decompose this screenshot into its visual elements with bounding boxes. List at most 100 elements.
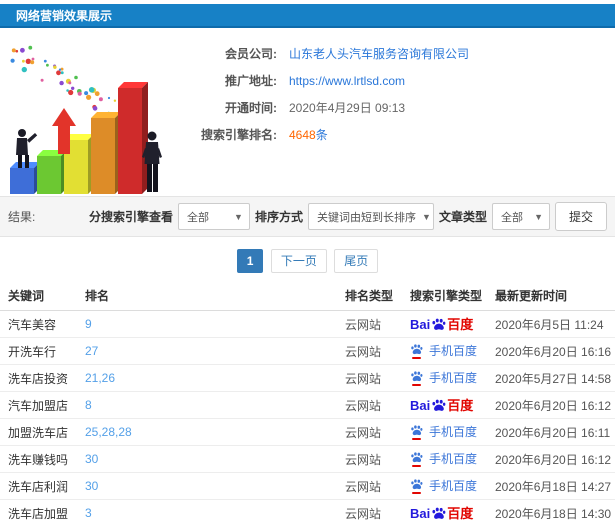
paw-icon [411, 425, 423, 436]
table-row: 洗车店投资 21,26 云网站 手机百度 2020年5月27日 14:58 [0, 364, 615, 392]
engine-cell: 手机百度 [402, 337, 487, 365]
engine-cell: Bai 百度 [402, 310, 487, 338]
engine-filter-label: 分搜索引擎查看 [88, 210, 173, 224]
time-cell: 2020年5月27日 14:58 [487, 364, 615, 392]
promo-url-link[interactable]: https://www.lrtlsd.com [289, 73, 405, 90]
engine-rank-row: 搜索引擎排名: 4648条 [185, 127, 615, 144]
info-section: 会员公司: 山东老人头汽车服务咨询有限公司 推广地址: https://www.… [0, 28, 615, 196]
engine-cell: 手机百度 [402, 445, 487, 473]
time-cell: 2020年6月5日 11:24 [487, 310, 615, 338]
result-label: 结果: [8, 210, 36, 224]
member-info-panel: 会员公司: 山东老人头汽车服务咨询有限公司 推广地址: https://www.… [185, 34, 615, 196]
column-header: 关键词 [0, 282, 77, 311]
open-time-value: 2020年4月29日 09:13 [289, 101, 406, 115]
column-header: 排名类型 [337, 282, 402, 311]
promo-url-row: 推广地址: https://www.lrtlsd.com [185, 73, 615, 90]
time-cell: 2020年6月20日 16:11 [487, 418, 615, 446]
rank-type-cell: 云网站 [337, 391, 402, 419]
keyword-cell: 加盟洗车店 [0, 418, 77, 446]
rank-type-cell: 云网站 [337, 472, 402, 500]
paw-icon [411, 452, 423, 463]
rank-cell[interactable]: 9 [77, 310, 337, 338]
column-header: 排名 [77, 282, 337, 311]
hero-image [0, 34, 185, 196]
rank-cell[interactable]: 25,28,28 [77, 418, 337, 446]
company-row: 会员公司: 山东老人头汽车服务咨询有限公司 [185, 46, 615, 63]
mobile-baidu-logo: 手机百度 [410, 343, 477, 359]
column-header: 搜索引擎类型 [402, 282, 487, 311]
mobile-baidu-logo: 手机百度 [410, 370, 477, 386]
company-link[interactable]: 山东老人头汽车服务咨询有限公司 [289, 46, 469, 63]
rank-cell[interactable]: 8 [77, 391, 337, 419]
table-row: 汽车美容 9 云网站 Bai 百度 2020年6月5日 11:24 [0, 310, 615, 338]
table-row: 洗车店利润 30 云网站 手机百度 2020年6月18日 14:27 [0, 472, 615, 500]
mobile-baidu-logo: 手机百度 [410, 424, 477, 440]
rank-cell[interactable]: 30 [77, 445, 337, 473]
pagination: 1 下一页 尾页 [0, 249, 615, 273]
rank-cell[interactable]: 30 [77, 472, 337, 500]
time-cell: 2020年6月20日 16:16 [487, 337, 615, 365]
engine-cell: Bai 百度 [402, 391, 487, 419]
baidu-logo: Bai 百度 [410, 505, 474, 520]
promo-url-label: 推广地址: [225, 74, 277, 88]
sort-label: 排序方式 [254, 210, 303, 224]
keyword-cell: 开洗车行 [0, 337, 77, 365]
mobile-baidu-logo: 手机百度 [410, 451, 477, 467]
marketing-chart-graphic [10, 45, 162, 194]
time-cell: 2020年6月20日 16:12 [487, 391, 615, 419]
column-header: 最新更新时间 [487, 282, 615, 311]
filter-bar: 结果: 分搜索引擎查看 全部 ▼ 排序方式 关键词由短到长排序 ▼ 文章类型 全… [0, 196, 615, 237]
open-time-row: 开通时间: 2020年4月29日 09:13 [185, 100, 615, 117]
keyword-cell: 洗车店加盟 [0, 499, 77, 520]
paw-icon [411, 344, 423, 355]
chevron-down-icon: ▼ [421, 211, 431, 222]
engine-rank-value: 4648条 [289, 128, 328, 142]
baidu-logo: Bai 百度 [410, 316, 474, 332]
filter-controls: 分搜索引擎查看 全部 ▼ 排序方式 关键词由短到长排序 ▼ 文章类型 全部 ▼ … [89, 202, 607, 231]
engine-rank-label: 搜索引擎排名: [201, 128, 277, 142]
baidu-logo: Bai 百度 [410, 397, 474, 413]
submit-button[interactable]: 提交 [554, 202, 607, 231]
table-row: 加盟洗车店 25,28,28 云网站 手机百度 2020年6月20日 16:11 [0, 418, 615, 446]
engine-filter-select[interactable]: 全部 ▼ [177, 203, 250, 230]
results-table-body: 汽车美容 9 云网站 Bai 百度 2020年6月5日 11:24 开洗车行 27 云网站 手机百… [0, 310, 615, 520]
engine-cell: 手机百度 [402, 364, 487, 392]
company-label: 会员公司: [225, 47, 277, 61]
page-title-bar: 网络营销效果展示 [0, 4, 615, 28]
rank-type-cell: 云网站 [337, 337, 402, 365]
paw-icon [432, 318, 446, 330]
sort-select[interactable]: 关键词由短到长排序 ▼ [307, 203, 434, 230]
keyword-cell: 洗车店投资 [0, 364, 77, 392]
rank-type-cell: 云网站 [337, 310, 402, 338]
table-row: 汽车加盟店 8 云网站 Bai 百度 2020年6月20日 16:12 [0, 391, 615, 419]
table-row: 洗车赚钱吗 30 云网站 手机百度 2020年6月20日 16:12 [0, 445, 615, 473]
table-row: 开洗车行 27 云网站 手机百度 2020年6月20日 16:16 [0, 337, 615, 365]
confetti-dots [10, 45, 122, 119]
table-header-row: 关键词 排名 排名类型 搜索引擎类型 最新更新时间 [0, 282, 615, 311]
page-button-current[interactable]: 1 [236, 249, 264, 273]
results-table: 关键词 排名 排名类型 搜索引擎类型 最新更新时间 汽车美容 9 云网站 Bai 百度 2020年… [0, 282, 615, 520]
table-row: 洗车店加盟 3 云网站 Bai 百度 2020年6月18日 14:30 [0, 499, 615, 520]
keyword-cell: 汽车加盟店 [0, 391, 77, 419]
chevron-down-icon: ▼ [234, 211, 243, 222]
time-cell: 2020年6月18日 14:30 [487, 499, 615, 520]
last-page-button[interactable]: 尾页 [334, 249, 379, 273]
paw-icon [432, 507, 446, 519]
paw-icon [411, 479, 423, 490]
rank-cell[interactable]: 3 [77, 499, 337, 520]
chevron-down-icon: ▼ [534, 211, 543, 222]
keyword-cell: 洗车赚钱吗 [0, 445, 77, 473]
rank-cell[interactable]: 27 [77, 337, 337, 365]
rank-cell[interactable]: 21,26 [77, 364, 337, 392]
article-type-select[interactable]: 全部 ▼ [491, 203, 550, 230]
next-page-button[interactable]: 下一页 [270, 249, 327, 273]
engine-cell: 手机百度 [402, 418, 487, 446]
paw-icon [411, 371, 423, 382]
engine-cell: 手机百度 [402, 472, 487, 500]
engine-cell: Bai 百度 [402, 499, 487, 520]
mobile-baidu-logo: 手机百度 [410, 478, 477, 494]
results-section: 关键词 排名 排名类型 搜索引擎类型 最新更新时间 汽车美容 9 云网站 Bai 百度 2020年… [0, 282, 615, 520]
rank-type-cell: 云网站 [337, 445, 402, 473]
time-cell: 2020年6月20日 16:12 [487, 445, 615, 473]
rank-type-cell: 云网站 [337, 364, 402, 392]
